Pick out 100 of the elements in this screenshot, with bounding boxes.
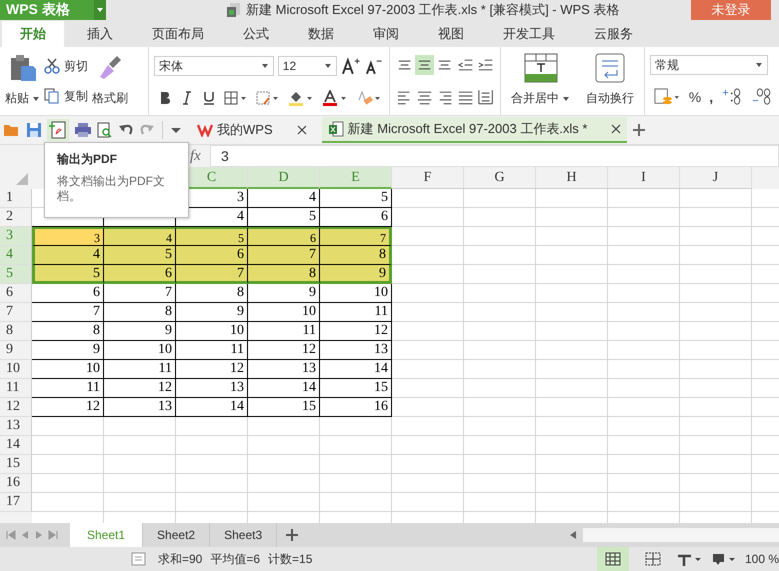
row-header[interactable]: 7: [0, 303, 32, 322]
table-cell: 9: [248, 284, 320, 303]
ribbon-tab[interactable]: 审阅: [357, 21, 415, 47]
app-logo: WPS 表格: [6, 1, 70, 19]
add-tab-icon[interactable]: [632, 123, 646, 137]
ribbon-tab[interactable]: 数据: [292, 21, 350, 47]
font-color-icon[interactable]: [322, 90, 348, 106]
bold-icon[interactable]: [158, 91, 172, 105]
table-cell: 13: [104, 398, 176, 417]
save-icon[interactable]: [26, 122, 42, 138]
caret-icon[interactable]: [170, 125, 182, 135]
merge-center-button[interactable]: 合并居中: [511, 90, 559, 107]
row-header[interactable]: 8: [0, 322, 32, 341]
table-cell: 12: [248, 341, 320, 360]
ribbon-tab[interactable]: 云服务: [578, 21, 649, 47]
cut-button[interactable]: 剪切: [64, 58, 88, 74]
scroll-left-icon[interactable]: [569, 530, 577, 540]
row-header[interactable]: 17: [0, 493, 32, 512]
paste-button[interactable]: 粘贴: [5, 90, 29, 107]
table-cell: 7: [248, 246, 320, 265]
ribbon-tab[interactable]: 页面布局: [136, 21, 220, 47]
close-icon[interactable]: [611, 124, 622, 134]
wrap-text-icon[interactable]: [595, 53, 625, 83]
row-header[interactable]: 14: [0, 436, 32, 455]
print-icon[interactable]: [74, 122, 92, 138]
ribbon-tab[interactable]: 视图: [422, 21, 480, 47]
caret-icon[interactable]: [755, 62, 763, 68]
font-size-dropdown[interactable]: 12: [278, 56, 337, 76]
caret-icon[interactable]: [32, 96, 40, 102]
merge-cells-icon[interactable]: [524, 53, 558, 83]
column-header[interactable]: J: [680, 167, 752, 189]
italic-icon[interactable]: [180, 91, 194, 105]
page-break-view-icon[interactable]: [644, 552, 661, 566]
row-header[interactable]: 15: [0, 455, 32, 474]
sheet-tab[interactable]: Sheet1: [70, 523, 144, 547]
ribbon-tab[interactable]: 插入: [71, 21, 129, 47]
column-header[interactable]: I: [608, 167, 680, 189]
print-preview-icon[interactable]: [97, 122, 113, 138]
cell-style-icon[interactable]: [256, 91, 280, 105]
row-header[interactable]: 12: [0, 398, 32, 417]
decrease-decimal-icon[interactable]: [750, 87, 772, 107]
close-icon[interactable]: [296, 125, 307, 135]
copy-icon[interactable]: [44, 88, 60, 104]
table-cell: 13: [320, 341, 392, 360]
comma-button[interactable]: ,: [709, 89, 714, 105]
freeze-panes-icon[interactable]: [676, 552, 703, 566]
column-header[interactable]: F: [392, 167, 464, 189]
w-logo-icon: [197, 123, 213, 137]
wrap-text-button[interactable]: 自动换行: [586, 90, 634, 107]
number-format-dropdown[interactable]: 常规: [650, 55, 768, 75]
zoom-level[interactable]: 100 %: [744, 552, 779, 566]
underline-icon[interactable]: [202, 91, 216, 105]
document-tab[interactable]: 新建 Microsoft Excel 97-2003 工作表.xls *: [322, 117, 628, 143]
clear-format-icon[interactable]: [356, 90, 382, 106]
table-cell: 5: [320, 189, 392, 208]
table-cell: 12: [104, 379, 176, 398]
add-sheet-icon[interactable]: [285, 528, 300, 542]
row-header[interactable]: 2: [0, 208, 32, 227]
row-header[interactable]: 1: [0, 189, 32, 208]
caret-icon[interactable]: [260, 63, 269, 69]
table-cell: 9: [320, 265, 392, 284]
document-tab[interactable]: 我的WPS: [191, 117, 313, 143]
table-cell: 8: [104, 303, 176, 322]
table-cell: 11: [248, 322, 320, 341]
formula-input[interactable]: 3: [210, 145, 779, 167]
scrollbar-thumb[interactable]: [583, 528, 779, 542]
spreadsheet-icon: [328, 121, 344, 137]
ribbon-tab[interactable]: 公式: [227, 21, 285, 47]
table-cell: 11: [32, 379, 104, 398]
table-cell: 10: [176, 322, 248, 341]
row-header[interactable]: 9: [0, 341, 32, 360]
row-header[interactable]: 11: [0, 379, 32, 398]
caret-icon[interactable]: [324, 63, 332, 69]
font-name-dropdown[interactable]: 宋体: [154, 56, 274, 76]
row-header[interactable]: 10: [0, 360, 32, 379]
borders-icon[interactable]: [224, 91, 248, 105]
caret-icon[interactable]: [94, 0, 106, 20]
table-cell: 14: [320, 360, 392, 379]
caret-icon[interactable]: [562, 96, 570, 102]
row-header[interactable]: 16: [0, 474, 32, 493]
percent-button[interactable]: %: [688, 89, 702, 105]
fill-color-icon[interactable]: [288, 90, 314, 106]
column-header[interactable]: G: [464, 167, 536, 189]
scissors-icon[interactable]: [44, 58, 60, 74]
table-cell: 9: [104, 322, 176, 341]
grow-font-icon[interactable]: [340, 56, 360, 76]
export-pdf-icon[interactable]: [47, 119, 69, 141]
currency-icon[interactable]: [654, 87, 681, 107]
row-header[interactable]: 13: [0, 417, 32, 436]
row-header[interactable]: 6: [0, 284, 32, 303]
format-painter-button[interactable]: 格式刷: [92, 90, 128, 107]
column-header[interactable]: H: [536, 167, 608, 189]
copy-button[interactable]: 复制: [64, 88, 88, 104]
tooltip-title: 输出为PDF: [57, 151, 118, 168]
align-button[interactable]: [415, 55, 434, 75]
table-cell: 14: [248, 379, 320, 398]
increase-decimal-icon[interactable]: [721, 87, 743, 107]
ribbon-tab[interactable]: 开始: [2, 21, 64, 47]
normal-view-icon[interactable]: [604, 552, 621, 566]
ribbon-tab[interactable]: 开发工具: [487, 21, 571, 47]
